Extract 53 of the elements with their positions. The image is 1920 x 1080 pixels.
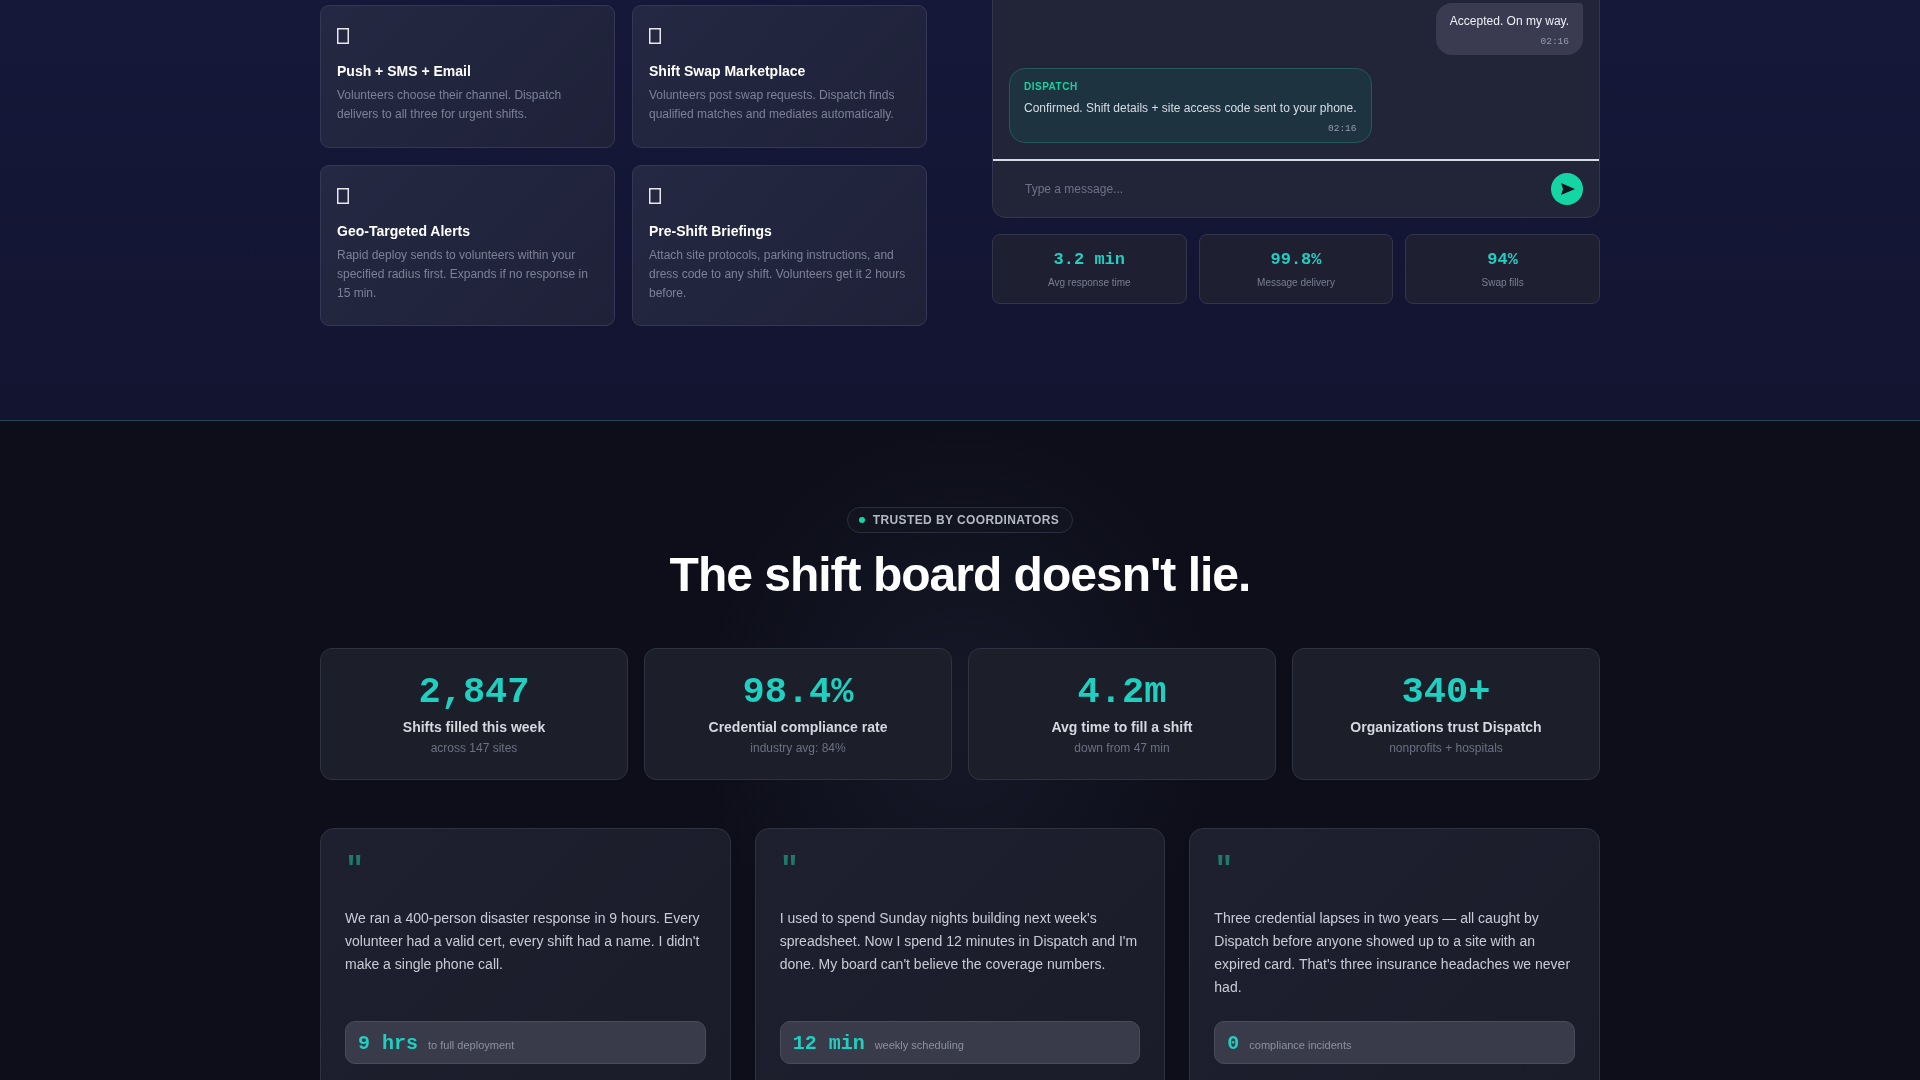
metric-value: 9 hrs bbox=[358, 1032, 418, 1055]
feature-title: Pre-Shift Briefings bbox=[649, 223, 773, 239]
stat-value: 2,847 bbox=[418, 671, 530, 713]
sender-name: DISPATCH bbox=[1024, 81, 1079, 92]
feature-description: Volunteers post swap requests. Dispatch finds qualified matches and mediates automatically. bbox=[649, 87, 896, 123]
testimonial-quote: We ran a 400-person disaster response in 9 hours. Every volunteer had a valid cert, every shift had a name. I didn't make a single phone call. bbox=[345, 909, 701, 974]
section-headline: The shift board doesn't lie. bbox=[669, 547, 1251, 602]
stat-note: nonprofits + hospitals bbox=[1389, 741, 1503, 755]
message-text: Accepted. On my way. bbox=[1449, 14, 1569, 28]
quote-mark: " bbox=[779, 855, 800, 881]
status-dot bbox=[858, 517, 865, 523]
message-time: 02:16 bbox=[1327, 123, 1357, 134]
stat-label: Swap fills bbox=[1481, 277, 1524, 288]
stat-value: 94% bbox=[1487, 250, 1518, 269]
metric-label: to full deployment bbox=[428, 1039, 515, 1051]
message-input[interactable]: Type a message... bbox=[1023, 181, 1551, 197]
metric-label: weekly scheduling bbox=[874, 1039, 964, 1051]
metric-value: 12 min bbox=[792, 1032, 865, 1055]
feature-title: Geo-Targeted Alerts bbox=[337, 223, 472, 239]
metric-label: compliance incidents bbox=[1249, 1039, 1352, 1051]
send-icon bbox=[1560, 182, 1576, 196]
feature-title: Push + SMS + Email bbox=[337, 63, 472, 79]
feature-description: Volunteers choose their channel. Dispatch delivers to all three for urgent shifts. bbox=[337, 87, 563, 123]
metric-value: 0 bbox=[1227, 1032, 1240, 1055]
feature-title: Shift Swap Marketplace bbox=[649, 63, 807, 79]
message-time: 02:16 bbox=[1539, 36, 1569, 47]
send-button[interactable] bbox=[1551, 173, 1583, 205]
feature-description: Attach site protocols, parking instructions, and dress code to any shift. Volunteers get it 2 hours before. bbox=[649, 247, 907, 302]
stat-label: Shifts filled this week bbox=[402, 719, 546, 735]
stat-value: 99.8% bbox=[1270, 250, 1322, 269]
square-icon bbox=[649, 28, 661, 44]
testimonial-quote: Three credential lapses in two years — all caught by Dispatch before anyone showed up to a site with an expired card. That's three insurance headaches we never had. bbox=[1214, 909, 1572, 997]
stat-value: 340+ bbox=[1401, 671, 1491, 713]
square-icon bbox=[649, 188, 661, 204]
badge-text: TRUSTED BY COORDINATORS bbox=[872, 513, 1060, 527]
testimonial-quote: I used to spend Sunday nights building next week's spreadsheet. Now I spend 12 minutes in Dispatch and I'm done. My board can't believe the coverage numbers. bbox=[779, 909, 1139, 974]
stat-value: 4.2m bbox=[1077, 671, 1167, 713]
quote-mark: " bbox=[345, 855, 366, 881]
stat-label: Organizations trust Dispatch bbox=[1350, 719, 1542, 735]
stat-label: Message delivery bbox=[1257, 277, 1335, 288]
stat-note: across 147 sites bbox=[430, 741, 518, 755]
stat-value: 3.2 min bbox=[1053, 250, 1126, 269]
stat-value: 98.4% bbox=[742, 671, 854, 713]
message-text: Confirmed. Shift details + site access code sent to your phone. bbox=[1024, 101, 1357, 115]
stat-label: Avg time to fill a shift bbox=[1051, 719, 1193, 735]
square-icon bbox=[337, 28, 349, 44]
stat-note: industry avg: 84% bbox=[750, 741, 846, 755]
stat-note: down from 47 min bbox=[1074, 741, 1170, 755]
quote-mark: " bbox=[1214, 855, 1235, 881]
feature-description: Rapid deploy sends to volunteers within your specified radius first. Expands if no response in 15 min. bbox=[337, 247, 589, 302]
stat-label: Credential compliance rate bbox=[708, 719, 888, 735]
square-icon bbox=[337, 188, 349, 204]
stat-label: Avg response time bbox=[1048, 277, 1131, 288]
